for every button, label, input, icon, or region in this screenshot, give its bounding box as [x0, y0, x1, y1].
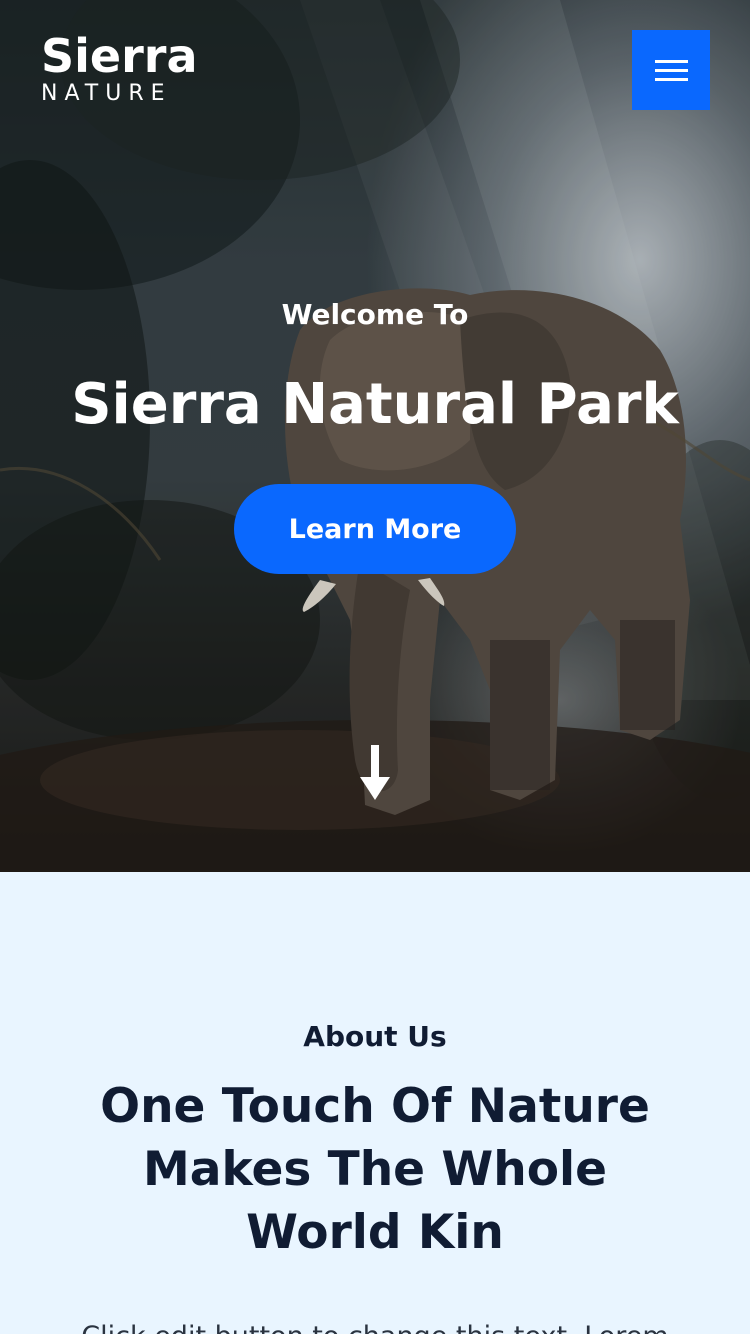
site-logo[interactable]: Sierra NATURE [41, 30, 198, 107]
hero-welcome-text: Welcome To [281, 298, 469, 331]
arrow-down-icon[interactable] [358, 745, 392, 803]
about-eyebrow: About Us [303, 1020, 447, 1053]
logo-main-text: Sierra [41, 29, 198, 83]
page: Sierra NATURE Welcome To Sierra Natural … [0, 0, 750, 1334]
about-body-text: Click edit button to change this text. L… [40, 1317, 710, 1334]
hamburger-menu-icon [654, 54, 688, 87]
about-section: About Us One Touch Of Nature Makes The W… [0, 872, 750, 1334]
about-heading: One Touch Of Nature Makes The Whole Worl… [100, 1079, 650, 1260]
hero-section: Sierra NATURE Welcome To Sierra Natural … [0, 0, 750, 872]
logo-sub-text: NATURE [41, 81, 172, 106]
learn-more-button[interactable]: Learn More [234, 484, 516, 574]
hero-title: Sierra Natural Park [71, 372, 679, 437]
menu-button[interactable] [632, 30, 710, 110]
